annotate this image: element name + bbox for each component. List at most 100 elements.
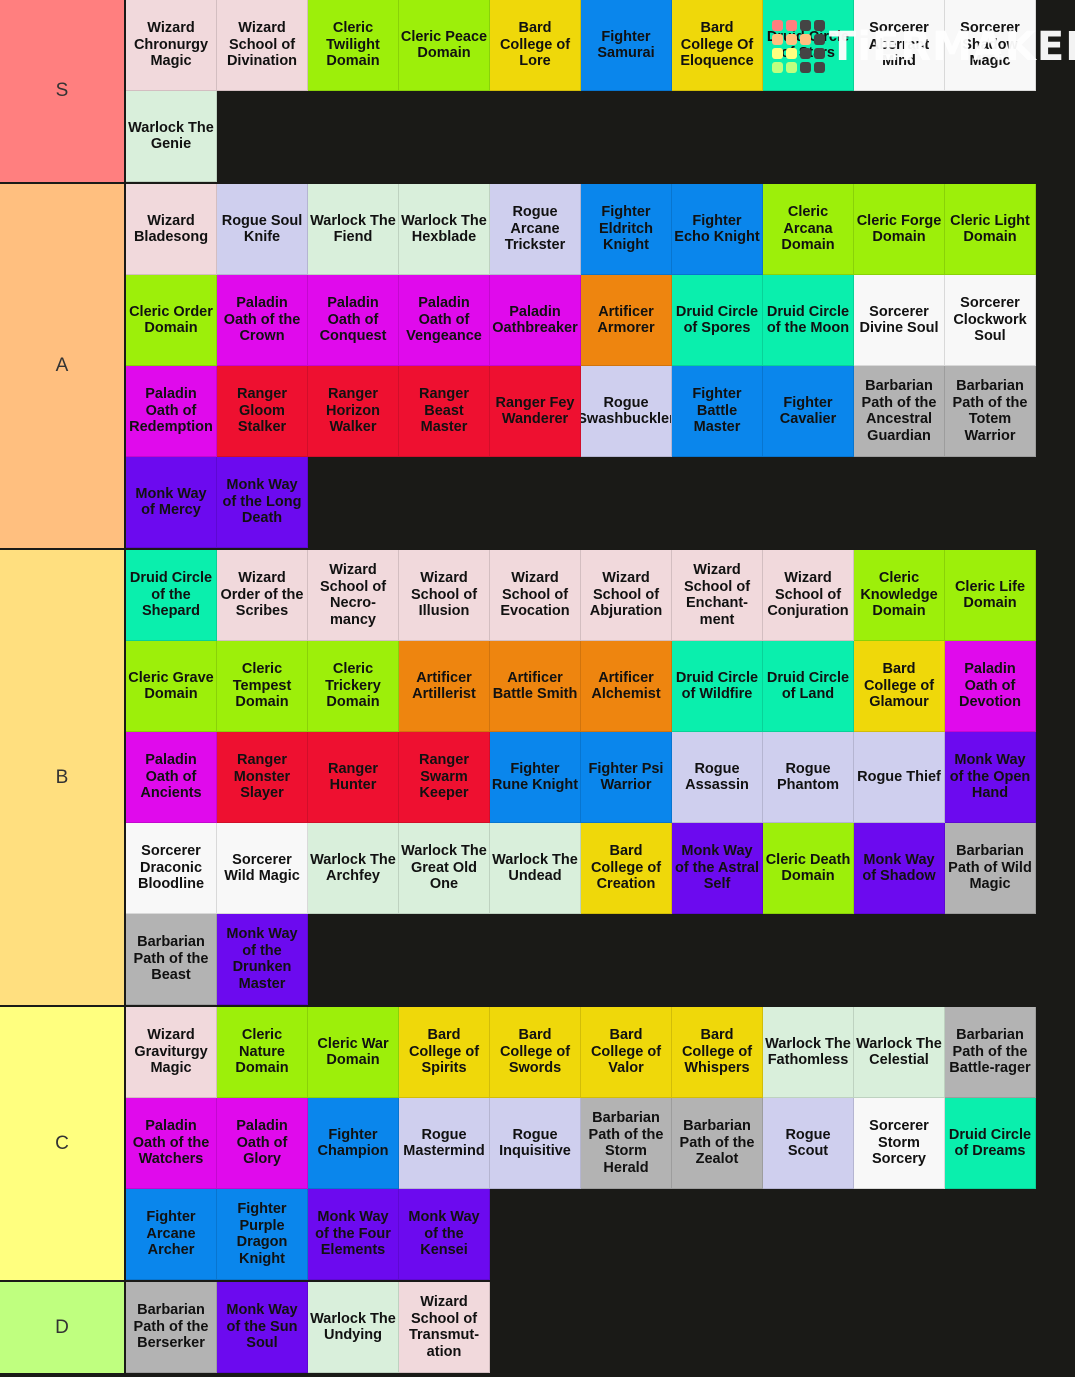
- tier-item-card[interactable]: Fighter Rune Knight: [490, 732, 581, 823]
- tier-item-card[interactable]: Bard College of Swords: [490, 1007, 581, 1098]
- tier-item-card[interactable]: Ranger Gloom Stalker: [217, 366, 308, 457]
- tier-item-card[interactable]: Cleric Death Domain: [763, 823, 854, 914]
- tier-item-card[interactable]: Cleric Life Domain: [945, 550, 1036, 641]
- tier-item-card[interactable]: Rogue Assassin: [672, 732, 763, 823]
- tier-item-card[interactable]: Wizard School of Conjuration: [763, 550, 854, 641]
- tier-item-card[interactable]: Wizard Chronurgy Magic: [126, 0, 217, 91]
- tier-item-card[interactable]: Warlock The Celestial: [854, 1007, 945, 1098]
- tier-item-card[interactable]: Barbarian Path of the Totem Warrior: [945, 366, 1036, 457]
- tier-item-card[interactable]: Paladin Oath of Vengeance: [399, 275, 490, 366]
- tier-item-card[interactable]: Paladin Oath of Ancients: [126, 732, 217, 823]
- tier-item-card[interactable]: Fighter Champion: [308, 1098, 399, 1189]
- tier-item-card[interactable]: Artificer Armorer: [581, 275, 672, 366]
- tier-item-card[interactable]: Rogue Scout: [763, 1098, 854, 1189]
- tier-item-card[interactable]: Barbarian Path of the Berserker: [126, 1282, 217, 1373]
- tier-item-card[interactable]: Wizard School of Illusion: [399, 550, 490, 641]
- tier-item-card[interactable]: Cleric Knowledge Domain: [854, 550, 945, 641]
- tier-item-card[interactable]: Barbarian Path of the Zealot: [672, 1098, 763, 1189]
- tier-item-card[interactable]: Monk Way of Shadow: [854, 823, 945, 914]
- tier-item-card[interactable]: Wizard School of Necro-mancy: [308, 550, 399, 641]
- tier-item-card[interactable]: Cleric Forge Domain: [854, 184, 945, 275]
- tier-item-card[interactable]: Paladin Oath of Glory: [217, 1098, 308, 1189]
- tier-item-card[interactable]: Fighter Psi Warrior: [581, 732, 672, 823]
- tier-item-card[interactable]: Sorcerer Clockwork Soul: [945, 275, 1036, 366]
- tier-item-card[interactable]: Druid Circle of the Moon: [763, 275, 854, 366]
- tier-item-card[interactable]: Fighter Battle Master: [672, 366, 763, 457]
- tier-item-card[interactable]: Monk Way of the Sun Soul: [217, 1282, 308, 1373]
- tier-label[interactable]: C: [0, 1007, 126, 1280]
- tier-item-card[interactable]: Barbarian Path of the Ancestral Guardian: [854, 366, 945, 457]
- tier-item-card[interactable]: Paladin Oath of the Crown: [217, 275, 308, 366]
- tier-item-card[interactable]: Paladin Oath of the Watchers: [126, 1098, 217, 1189]
- tier-item-card[interactable]: Sorcerer Draconic Bloodline: [126, 823, 217, 914]
- tier-item-card[interactable]: Artificer Alchemist: [581, 641, 672, 732]
- tier-item-card[interactable]: Fighter Arcane Archer: [126, 1189, 217, 1280]
- tier-item-card[interactable]: Wizard Graviturgy Magic: [126, 1007, 217, 1098]
- tier-item-card[interactable]: Warlock The Undead: [490, 823, 581, 914]
- tier-item-card[interactable]: Druid Circle of Stars: [763, 0, 854, 91]
- tier-item-card[interactable]: Artificer Battle Smith: [490, 641, 581, 732]
- tier-item-card[interactable]: Wizard School of Abjuration: [581, 550, 672, 641]
- tier-item-card[interactable]: Barbarian Path of the Beast: [126, 914, 217, 1005]
- tier-item-card[interactable]: Warlock The Hexblade: [399, 184, 490, 275]
- tier-item-card[interactable]: Warlock The Fiend: [308, 184, 399, 275]
- tier-item-card[interactable]: Bard College Of Eloquence: [672, 0, 763, 91]
- tier-item-card[interactable]: Monk Way of the Long Death: [217, 457, 308, 548]
- tier-item-card[interactable]: Cleric Light Domain: [945, 184, 1036, 275]
- tier-item-card[interactable]: Wizard School of Transmut-ation: [399, 1282, 490, 1373]
- tier-item-card[interactable]: Paladin Oathbreaker: [490, 275, 581, 366]
- tier-label[interactable]: D: [0, 1282, 126, 1373]
- tier-item-card[interactable]: Cleric Tempest Domain: [217, 641, 308, 732]
- tier-item-card[interactable]: Fighter Cavalier: [763, 366, 854, 457]
- tier-item-card[interactable]: Wizard School of Divination: [217, 0, 308, 91]
- tier-item-card[interactable]: Druid Circle of the Shepard: [126, 550, 217, 641]
- tier-item-card[interactable]: Monk Way of the Drunken Master: [217, 914, 308, 1005]
- tier-item-card[interactable]: Druid Circle of Land: [763, 641, 854, 732]
- tier-item-card[interactable]: Monk Way of the Open Hand: [945, 732, 1036, 823]
- tier-item-card[interactable]: Rogue Thief: [854, 732, 945, 823]
- tier-item-card[interactable]: Ranger Swarm Keeper: [399, 732, 490, 823]
- tier-item-card[interactable]: Bard College of Spirits: [399, 1007, 490, 1098]
- tier-item-card[interactable]: Bard College of Glamour: [854, 641, 945, 732]
- tier-item-card[interactable]: Paladin Oath of Conquest: [308, 275, 399, 366]
- tier-item-card[interactable]: Ranger Monster Slayer: [217, 732, 308, 823]
- tier-item-card[interactable]: Ranger Horizon Walker: [308, 366, 399, 457]
- tier-item-card[interactable]: Barbarian Path of the Storm Herald: [581, 1098, 672, 1189]
- tier-item-card[interactable]: Cleric Peace Domain: [399, 0, 490, 91]
- tier-item-card[interactable]: Druid Circle of Wildfire: [672, 641, 763, 732]
- tier-label[interactable]: B: [0, 550, 126, 1005]
- tier-item-card[interactable]: Fighter Echo Knight: [672, 184, 763, 275]
- tier-item-card[interactable]: Warlock The Undying: [308, 1282, 399, 1373]
- tier-item-card[interactable]: Ranger Hunter: [308, 732, 399, 823]
- tier-item-card[interactable]: Wizard Order of the Scribes: [217, 550, 308, 641]
- tier-item-card[interactable]: Rogue Phantom: [763, 732, 854, 823]
- tier-item-card[interactable]: Ranger Fey Wanderer: [490, 366, 581, 457]
- tier-item-card[interactable]: Cleric Trickery Domain: [308, 641, 399, 732]
- tier-item-card[interactable]: Sorcerer Wild Magic: [217, 823, 308, 914]
- tier-item-card[interactable]: Ranger Beast Master: [399, 366, 490, 457]
- tier-item-card[interactable]: Sorcerer Aberrant Mind: [854, 0, 945, 91]
- tier-item-card[interactable]: Cleric Grave Domain: [126, 641, 217, 732]
- tier-item-card[interactable]: Cleric War Domain: [308, 1007, 399, 1098]
- tier-item-card[interactable]: Druid Circle of Spores: [672, 275, 763, 366]
- tier-item-card[interactable]: Fighter Samurai: [581, 0, 672, 91]
- tier-item-card[interactable]: Bard College of Whispers: [672, 1007, 763, 1098]
- tier-item-card[interactable]: Fighter Eldritch Knight: [581, 184, 672, 275]
- tier-item-card[interactable]: Sorcerer Shadow Magic: [945, 0, 1036, 91]
- tier-item-card[interactable]: Rogue Swashbuckler: [581, 366, 672, 457]
- tier-label[interactable]: S: [0, 0, 126, 182]
- tier-item-card[interactable]: Sorcerer Divine Soul: [854, 275, 945, 366]
- tier-item-card[interactable]: Paladin Oath of Redemption: [126, 366, 217, 457]
- tier-item-card[interactable]: Cleric Order Domain: [126, 275, 217, 366]
- tier-item-card[interactable]: Warlock The Archfey: [308, 823, 399, 914]
- tier-item-card[interactable]: Barbarian Path of the Battle-rager: [945, 1007, 1036, 1098]
- tier-item-card[interactable]: Rogue Soul Knife: [217, 184, 308, 275]
- tier-item-card[interactable]: Wizard School of Enchant-ment: [672, 550, 763, 641]
- tier-item-card[interactable]: Rogue Mastermind: [399, 1098, 490, 1189]
- tier-item-card[interactable]: Wizard School of Evocation: [490, 550, 581, 641]
- tier-item-card[interactable]: Rogue Inquisitive: [490, 1098, 581, 1189]
- tier-item-card[interactable]: Bard College of Lore: [490, 0, 581, 91]
- tier-item-card[interactable]: Cleric Twilight Domain: [308, 0, 399, 91]
- tier-item-card[interactable]: Monk Way of the Astral Self: [672, 823, 763, 914]
- tier-item-card[interactable]: Monk Way of the Kensei: [399, 1189, 490, 1280]
